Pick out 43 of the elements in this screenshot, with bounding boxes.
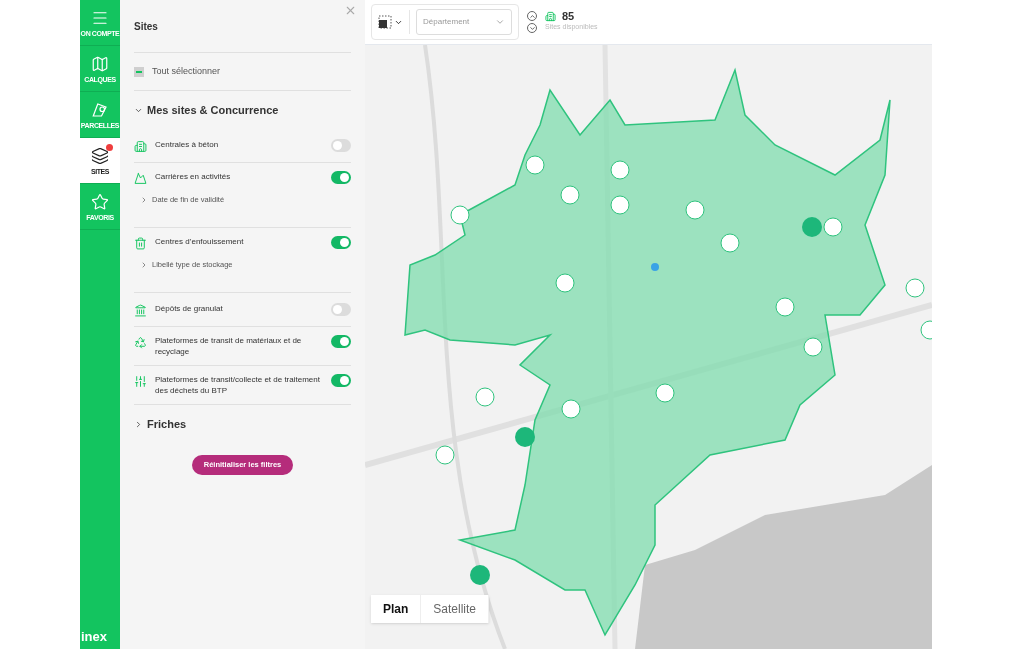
select-all-label: Tout sélectionner: [152, 64, 221, 78]
brand-logo: inex: [80, 630, 108, 646]
building-icon: [545, 11, 556, 23]
map-type-tab[interactable]: Plan: [371, 595, 422, 623]
map-icon: [91, 54, 109, 73]
close-button[interactable]: [344, 4, 357, 17]
toggle-switch[interactable]: [331, 374, 351, 387]
caret-icon: [495, 17, 505, 27]
layer-label: Dépôts de granulat: [155, 302, 224, 314]
site-count: 85: [562, 11, 575, 23]
layer-label: Centres d’enfouissement: [155, 236, 245, 247]
layer-label: Centrales à béton: [155, 138, 220, 150]
toggle-switch[interactable]: [331, 171, 351, 184]
mountain-icon: [134, 172, 147, 185]
toggle-switch[interactable]: [331, 236, 351, 249]
chevron-up-icon: [528, 12, 536, 20]
selection-icon: [378, 15, 392, 29]
map-type-tab[interactable]: Satellite: [421, 595, 490, 623]
toggle-switch[interactable]: [331, 138, 351, 152]
close-icon: [344, 4, 357, 17]
chevron-right-icon: [134, 419, 143, 429]
layers-icon: [91, 146, 109, 165]
chevron-right-icon: [140, 260, 148, 269]
star-icon: [91, 192, 109, 211]
toggle-switch[interactable]: [331, 335, 351, 348]
depot-icon: [134, 303, 147, 317]
sliders-icon: [134, 375, 147, 388]
layer-label: Plateformes de transit de matériaux et de recyclage: [155, 335, 303, 357]
section-header[interactable]: Friches: [134, 405, 187, 443]
layer-label: Carrières en activités: [155, 171, 232, 182]
parcel-icon: [91, 100, 109, 119]
layer-label: Plateformes de transit/collecte et de traitement des déchets du BTP: [155, 374, 321, 396]
department-select[interactable]: Département: [416, 9, 512, 35]
selection-tool-button[interactable]: [378, 10, 410, 34]
chevron-right-icon: [140, 195, 148, 204]
panel-title: Sites: [134, 19, 158, 34]
toggle-switch[interactable]: [331, 302, 351, 316]
trash-icon: [134, 237, 147, 250]
chevron-down-icon: [528, 24, 536, 32]
select-all-checkbox[interactable]: [134, 66, 144, 77]
recycle-icon: [134, 336, 147, 349]
building-icon: [134, 139, 147, 153]
section-header[interactable]: Mes sites & Concurrence: [134, 91, 279, 129]
